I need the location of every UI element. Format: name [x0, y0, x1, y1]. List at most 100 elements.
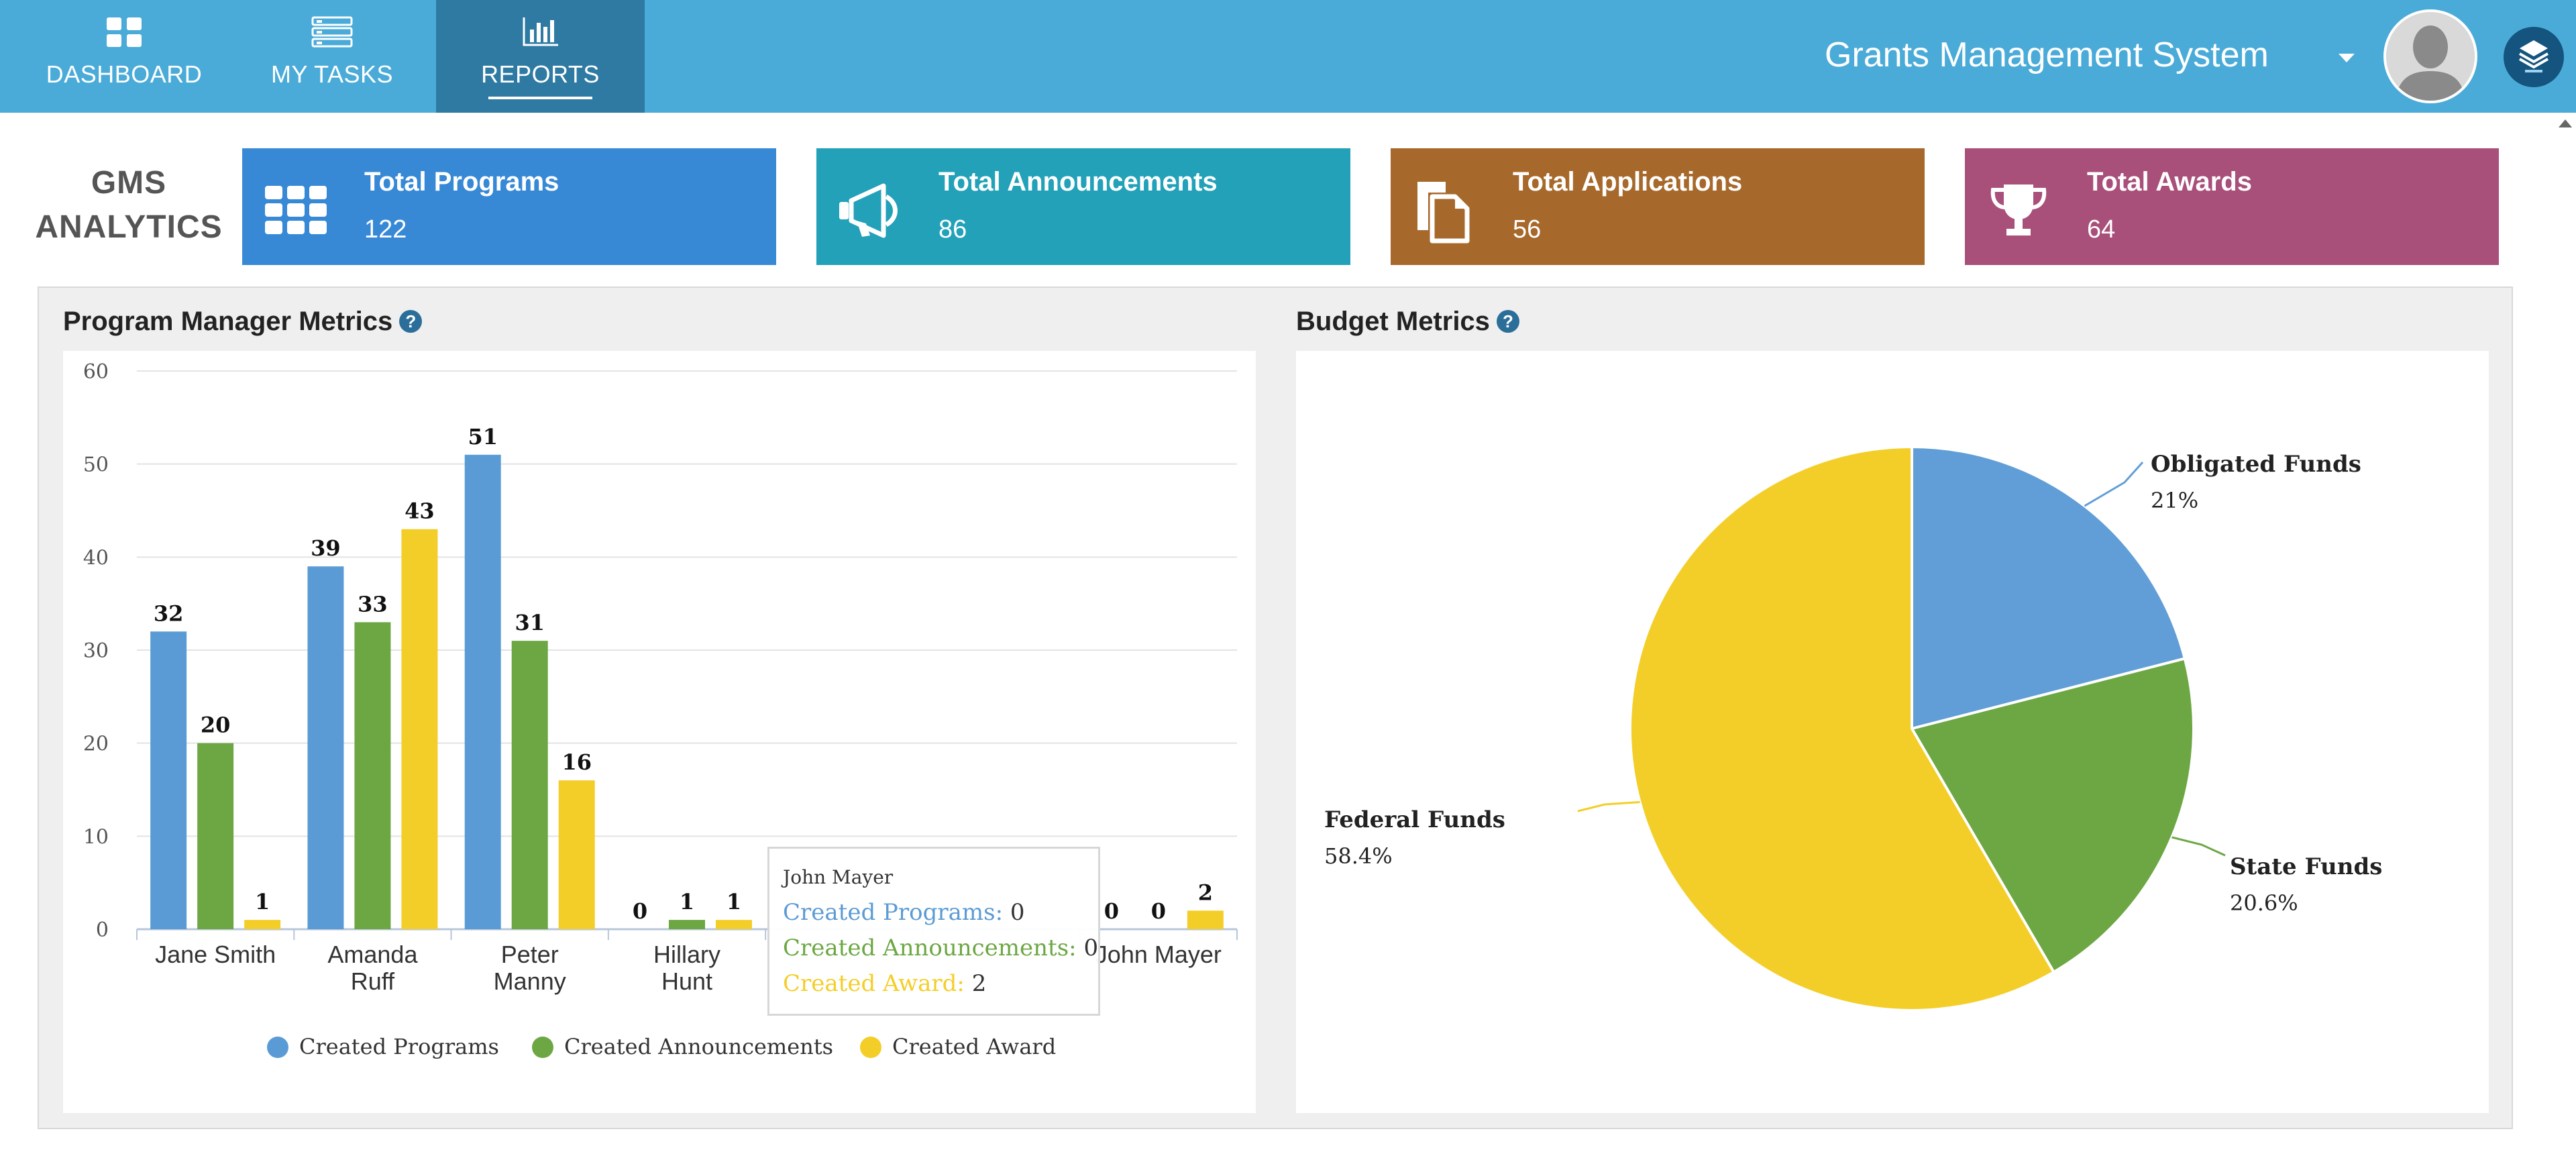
trophy-icon [1985, 176, 2052, 244]
nav-my-tasks[interactable]: MY TASKS [235, 0, 429, 113]
tooltip-line-announcements: Created Announcements: 0 [783, 935, 1098, 961]
data-label: 33 [358, 591, 388, 617]
nav-dashboard-label: DASHBOARD [46, 60, 203, 88]
x-tick-label: Manny [494, 967, 566, 995]
app-title-dropdown[interactable]: Grants Management System [1825, 35, 2269, 75]
nav-reports-label: REPORTS [481, 60, 600, 88]
data-label: 1 [727, 889, 741, 914]
legend-label: Created Announcements [564, 1034, 833, 1059]
data-label: 43 [405, 498, 435, 524]
bar [716, 920, 752, 929]
nav-my-tasks-label: MY TASKS [270, 60, 394, 88]
brand-logo [2504, 27, 2564, 87]
data-label: 2 [1198, 880, 1213, 905]
slice-name: State Funds [2230, 853, 2382, 880]
tooltip-line-programs: Created Programs: 0 [783, 899, 1025, 926]
analytics-heading-line2: ANALYTICS [35, 209, 223, 245]
tooltip-value: 0 [1083, 935, 1099, 961]
grid-icon [262, 176, 329, 244]
y-tick-label: 30 [83, 639, 109, 663]
tile-value: 86 [938, 215, 967, 244]
program-metrics-title: Program Manager Metrics? [63, 307, 423, 337]
bar [558, 780, 595, 929]
help-icon[interactable]: ? [399, 310, 423, 333]
x-tick-label: Ruff [351, 967, 395, 995]
y-tick-label: 0 [96, 918, 109, 942]
tile-title: Total Programs [364, 167, 559, 197]
caret-down-icon[interactable] [2339, 54, 2355, 62]
tile-total-awards[interactable]: Total Awards 64 [1965, 148, 2499, 265]
metrics-panels: Program Manager Metrics? Budget Metrics?… [38, 286, 2513, 1129]
leader-line [2171, 836, 2226, 857]
legend-label: Created Award [892, 1034, 1056, 1059]
documents-icon [1411, 176, 1478, 244]
tile-value: 122 [364, 215, 407, 244]
user-avatar[interactable] [2383, 9, 2477, 103]
slice-name: Federal Funds [1324, 806, 1505, 833]
data-label: 1 [680, 889, 694, 914]
data-label: 0 [1151, 898, 1166, 924]
bar [464, 454, 501, 929]
legend-marker [860, 1037, 881, 1058]
x-tick-label: Jane Smith [155, 941, 276, 968]
chart-tooltip: John Mayer Created Programs: 0 Created A… [767, 847, 1100, 1016]
bar [401, 529, 438, 929]
bar [1187, 910, 1224, 929]
data-label: 31 [515, 610, 545, 635]
tooltip-label: Created Announcements: [783, 935, 1077, 961]
y-tick-label: 10 [83, 825, 109, 849]
budget-metrics-chart: Obligated Funds 21% State Funds 20.6% Federa… [1296, 351, 2489, 1113]
scroll-up-arrow[interactable] [2559, 119, 2572, 127]
active-tab-underline [488, 97, 592, 99]
nav-reports[interactable]: REPORTS [436, 0, 645, 113]
user-silhouette-icon [2386, 12, 2475, 101]
bar [669, 920, 705, 929]
bar [197, 743, 234, 929]
leader-line [1577, 801, 1640, 812]
tile-total-announcements[interactable]: Total Announcements 86 [816, 148, 1350, 265]
slice-percent: 20.6% [2230, 890, 2298, 916]
data-label: 1 [255, 889, 270, 914]
tile-total-programs[interactable]: Total Programs 122 [242, 148, 776, 265]
budget-metrics-title-text: Budget Metrics [1296, 307, 1490, 336]
x-tick-label: Peter [501, 941, 559, 968]
tile-value: 56 [1513, 215, 1542, 244]
x-tick-label: Amanda [327, 941, 418, 968]
data-label: 0 [1104, 898, 1119, 924]
tooltip-title: John Mayer [783, 866, 894, 888]
data-label: 0 [633, 898, 647, 924]
tooltip-value: 0 [1010, 899, 1025, 926]
tile-total-applications[interactable]: Total Applications 56 [1391, 148, 1925, 265]
help-icon[interactable]: ? [1496, 310, 1519, 333]
bar [244, 920, 281, 929]
budget-metrics-title: Budget Metrics? [1296, 307, 1519, 337]
tile-title: Total Announcements [938, 167, 1218, 197]
data-label: 20 [201, 713, 231, 738]
task-list-icon [311, 16, 353, 52]
bar [511, 641, 548, 929]
nav-dashboard[interactable]: DASHBOARD [27, 0, 221, 113]
bar [307, 566, 344, 929]
dashboard-grid-icon [105, 16, 143, 52]
x-tick-label: John Mayer [1095, 941, 1222, 968]
data-label: 32 [154, 600, 184, 626]
x-tick-label: Hunt [661, 967, 712, 995]
y-tick-label: 20 [83, 733, 109, 756]
tooltip-value: 2 [971, 970, 987, 997]
analytics-heading: GMS ANALYTICS [35, 161, 223, 250]
bar [150, 631, 187, 929]
tile-title: Total Applications [1513, 167, 1743, 197]
tile-title: Total Awards [2087, 167, 2252, 197]
bar-chart-icon [522, 16, 559, 50]
data-label: 51 [468, 424, 498, 450]
slice-percent: 58.4% [1324, 843, 1393, 869]
pie-chart: Obligated Funds 21% State Funds 20.6% Federa… [1324, 445, 2382, 1012]
slice-percent: 21% [2151, 488, 2198, 513]
program-metrics-title-text: Program Manager Metrics [63, 307, 393, 336]
data-label: 16 [561, 749, 592, 775]
megaphone-icon [837, 176, 904, 244]
legend-marker [532, 1037, 553, 1058]
tooltip-label: Created Award: [783, 970, 965, 997]
y-tick-label: 50 [83, 454, 109, 477]
analytics-heading-line1: GMS [91, 165, 167, 201]
